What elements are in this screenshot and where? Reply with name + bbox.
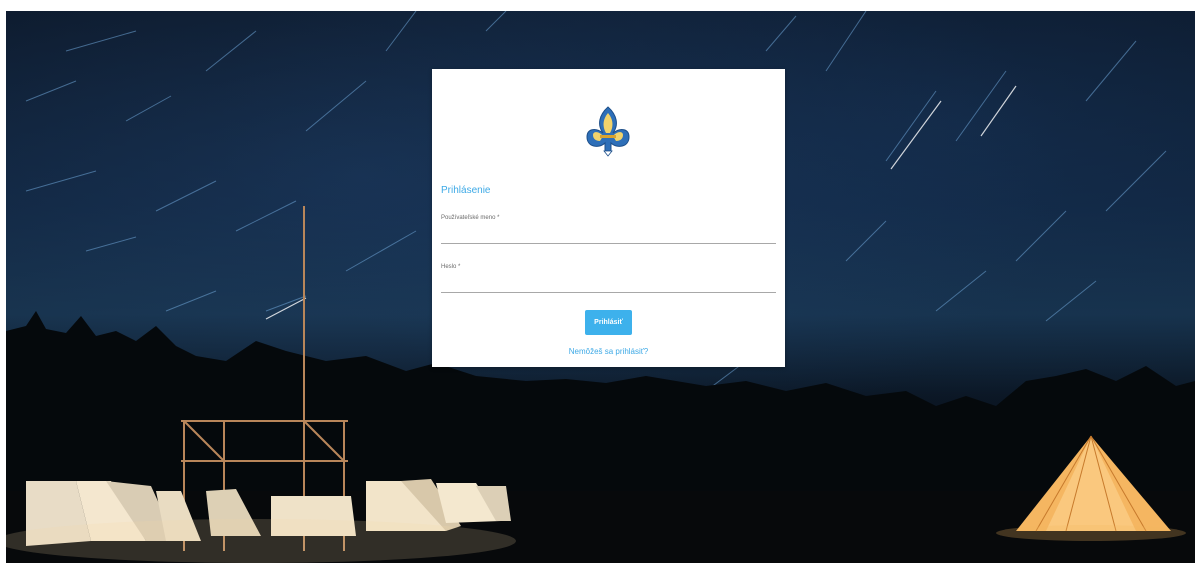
password-input[interactable] xyxy=(441,278,776,293)
login-title: Prihlásenie xyxy=(441,185,491,196)
tent-glow xyxy=(6,519,516,563)
username-label: Používateľské meno * xyxy=(441,215,500,221)
password-label: Heslo * xyxy=(441,264,461,270)
username-input[interactable] xyxy=(441,229,776,244)
scout-fleur-de-lis-logo-icon xyxy=(586,106,630,157)
forgot-login-link[interactable]: Nemôžeš sa prihlásiť? xyxy=(432,347,785,356)
login-card: Prihlásenie Používateľské meno * Heslo *… xyxy=(432,69,785,367)
login-button[interactable]: Prihlásiť xyxy=(585,310,632,335)
